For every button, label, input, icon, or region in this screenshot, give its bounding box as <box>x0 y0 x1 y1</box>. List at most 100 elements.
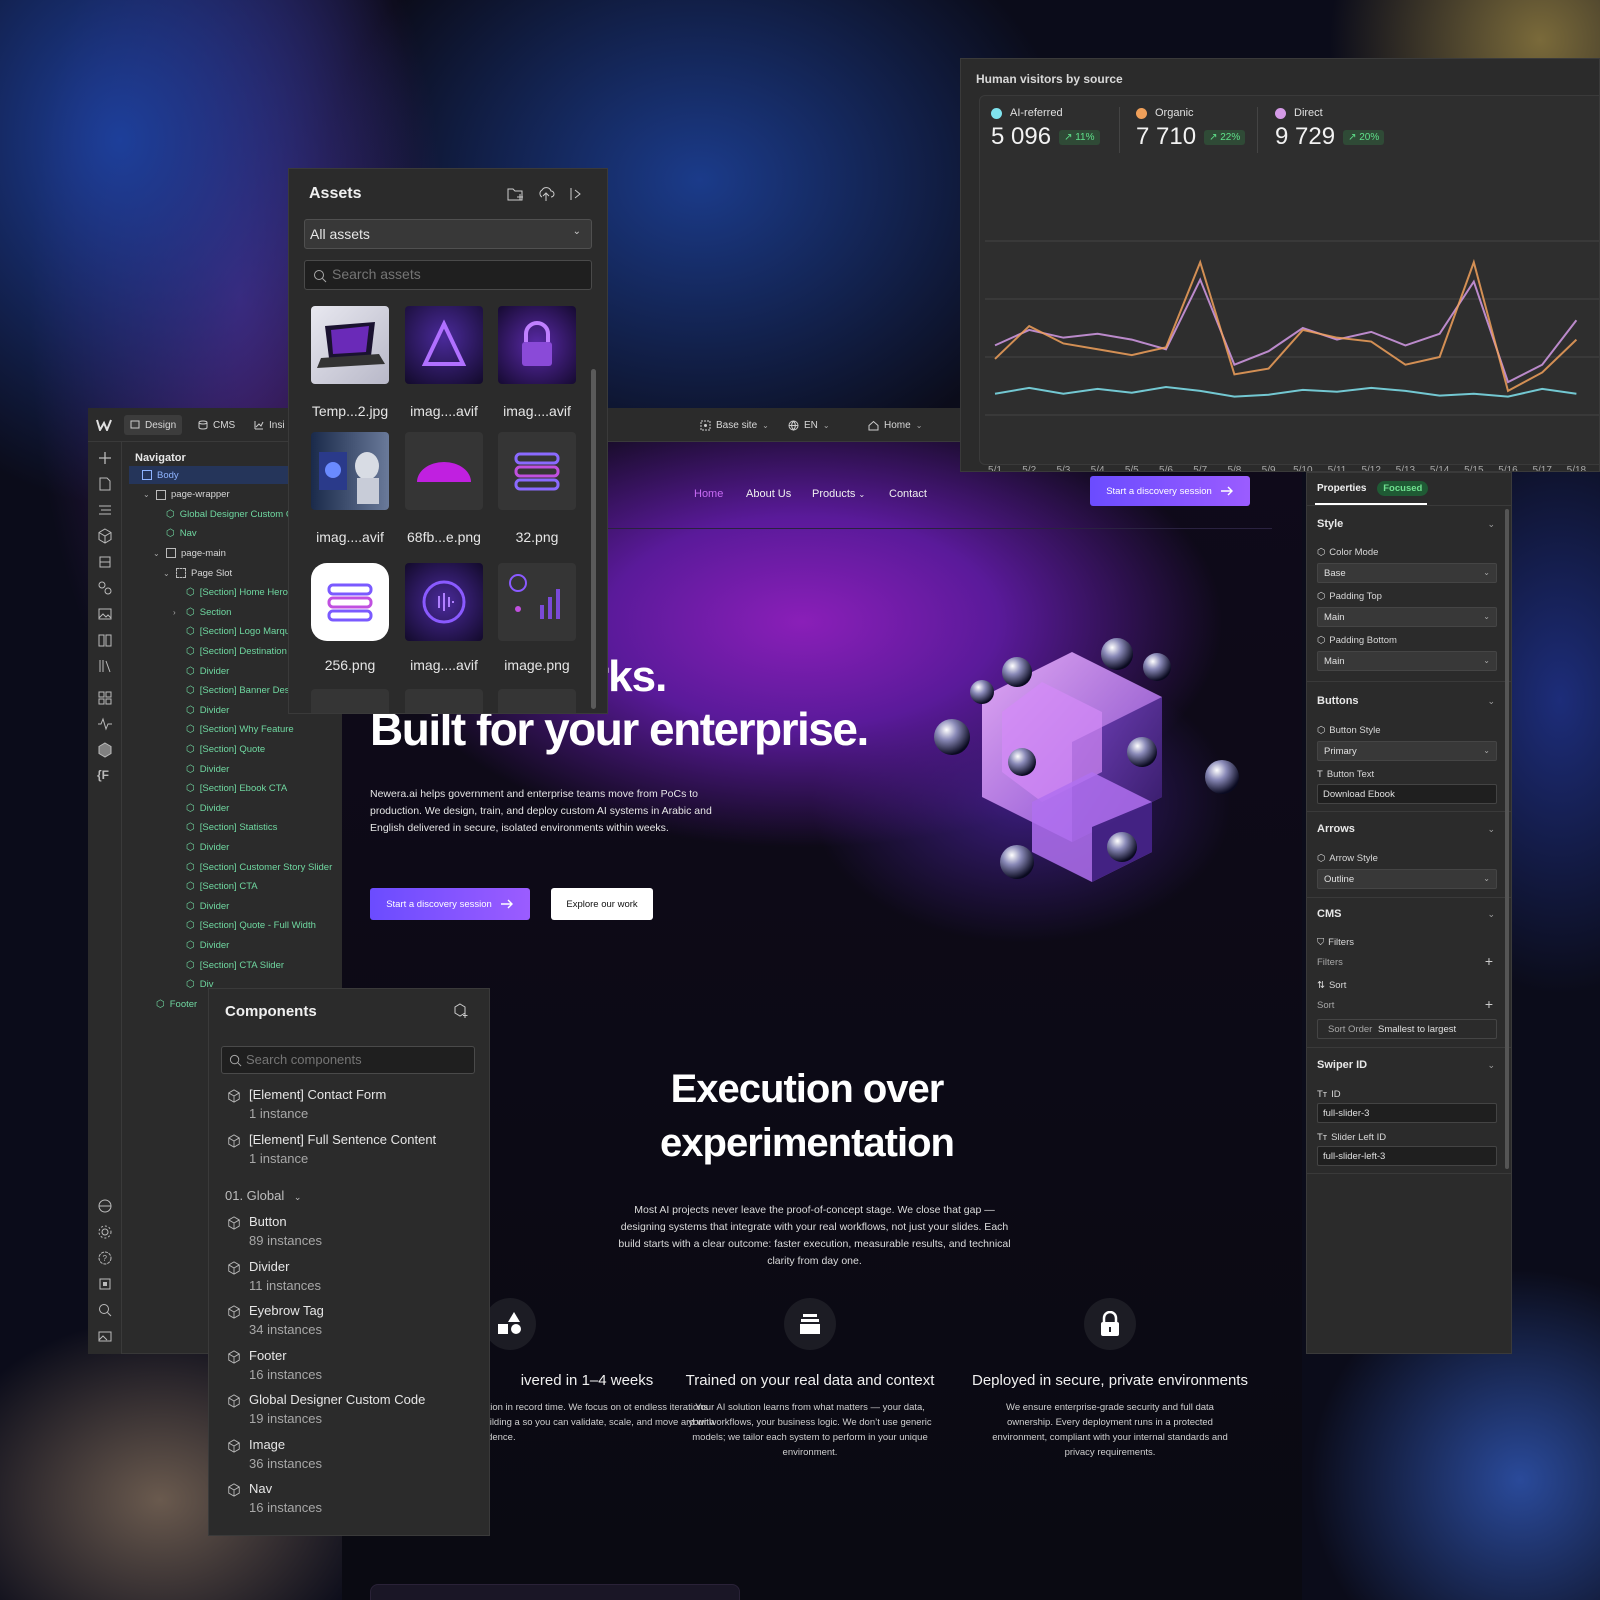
asset-thumb-sliders-large[interactable] <box>311 563 389 641</box>
new-folder-icon[interactable] <box>507 186 525 202</box>
component-list-item[interactable]: Button 89 instances <box>227 1214 322 1248</box>
navigator-item[interactable]: ⬡ Footer <box>143 995 197 1013</box>
upload-icon[interactable] <box>537 186 555 202</box>
nav-cta-button[interactable]: Start a discovery session <box>1090 476 1250 506</box>
stop-icon[interactable] <box>97 1276 113 1292</box>
navigator-item[interactable]: ⌄ page-wrapper <box>143 486 230 504</box>
hero-secondary-button[interactable]: Explore our work <box>551 888 653 920</box>
slider-left-input[interactable]: full-slider-left-3 <box>1317 1146 1497 1166</box>
asset-thumb-triangle[interactable] <box>405 306 483 384</box>
id-input[interactable]: full-slider-3 <box>1317 1103 1497 1123</box>
components-search-input[interactable] <box>246 1052 466 1067</box>
button-style-select[interactable]: Primary ⌄ <box>1317 741 1497 761</box>
asset-thumb-audio[interactable] <box>405 563 483 641</box>
navigator-item[interactable]: ⬡ [Section] Why Feature <box>173 721 294 739</box>
components-icon[interactable] <box>97 528 113 544</box>
add-filter-icon[interactable]: + <box>1485 953 1493 969</box>
collapse-panel-icon[interactable] <box>569 186 583 202</box>
component-list-item[interactable]: [Element] Full Sentence Content 1 instanc… <box>227 1132 436 1166</box>
navigator-item[interactable]: ⬡ Divider <box>173 936 229 954</box>
page-selector[interactable]: Home ⌄ <box>868 415 922 435</box>
chevron-down-icon[interactable]: ⌄ <box>1487 1060 1495 1071</box>
styles-icon[interactable] <box>97 580 113 596</box>
asset-thumb-partial[interactable] <box>405 689 483 713</box>
asset-thumb-robot[interactable] <box>311 432 389 510</box>
variables-icon[interactable] <box>97 554 113 570</box>
help-icon[interactable]: ? <box>97 1250 113 1266</box>
assets-search-input[interactable] <box>332 266 582 282</box>
site-selector[interactable]: Base site ⌄ <box>700 415 769 435</box>
site-nav-home[interactable]: Home <box>694 488 723 500</box>
tab-cms[interactable]: CMS <box>198 415 235 435</box>
navigator-item[interactable]: ⬡ [Section] Banner Dest <box>173 682 292 700</box>
assets-icon[interactable] <box>97 606 113 622</box>
assets-scrollbar[interactable] <box>591 369 596 709</box>
navigator-item[interactable]: ⬡ Divider <box>173 838 229 856</box>
search-icon[interactable] <box>97 1302 113 1318</box>
button-text-input[interactable]: Download Ebook <box>1317 784 1497 804</box>
tab-design[interactable]: Design <box>124 415 183 435</box>
component-list-item[interactable]: Divider 11 instances <box>227 1259 321 1293</box>
padding-top-select[interactable]: Main ⌄ <box>1317 607 1497 627</box>
properties-tab[interactable]: Properties Focused <box>1317 481 1429 496</box>
add-component-icon[interactable] <box>453 1003 469 1019</box>
chevron-down-icon[interactable]: ⌄ <box>1487 824 1495 835</box>
color-mode-select[interactable]: Base ⌄ <box>1317 563 1497 583</box>
add-icon[interactable] <box>97 450 113 466</box>
asset-thumb-sliders[interactable] <box>498 432 576 510</box>
navigator-item[interactable]: ⬡ Divider <box>173 897 229 915</box>
tab-insights[interactable]: Insi <box>254 415 285 435</box>
navigator-item[interactable]: ⬡ Divider <box>173 662 229 680</box>
navigator-item[interactable]: ⬡ Divider <box>173 799 229 817</box>
assets-search[interactable] <box>304 260 592 290</box>
properties-scrollbar[interactable] <box>1505 509 1509 1169</box>
navigator-item[interactable]: › ⬡ Section <box>173 603 231 621</box>
navigator-item[interactable]: ⬡ [Section] Ebook CTA <box>173 780 287 798</box>
components-search[interactable] <box>221 1046 475 1074</box>
navigator-item[interactable]: ⬡ [Section] Logo Marqu <box>173 623 290 641</box>
webflow-logo[interactable] <box>96 415 112 435</box>
hero-primary-button[interactable]: Start a discovery session <box>370 888 530 920</box>
navigator-item[interactable]: ⬡ Divider <box>173 760 229 778</box>
chevron-icon[interactable]: › <box>173 608 181 617</box>
language-selector[interactable]: EN ⌄ <box>788 415 830 435</box>
component-list-item[interactable]: [Element] Contact Form 1 instance <box>227 1087 386 1121</box>
navigator-item[interactable]: ⬡ [Section] Home Hero <box>173 584 288 602</box>
navigator-item[interactable]: ⌄ Page Slot <box>163 564 232 582</box>
chevron-down-icon[interactable]: ⌄ <box>1487 519 1495 530</box>
navigator-item[interactable]: ⬡ Divider <box>173 701 229 719</box>
chevron-icon[interactable]: ⌄ <box>153 549 161 558</box>
arrow-style-select[interactable]: Outline ⌄ <box>1317 869 1497 889</box>
apps-icon[interactable] <box>97 690 113 706</box>
component-list-item[interactable]: Global Designer Custom Code 19 instances <box>227 1392 425 1426</box>
navigator-item[interactable]: ⬡ [Section] Statistics <box>173 819 277 837</box>
navigator-item[interactable]: ⬡ [Section] Quote - Full Width <box>173 917 316 935</box>
image-icon[interactable] <box>97 1328 113 1344</box>
book-icon[interactable] <box>97 632 113 648</box>
chevron-down-icon[interactable]: ⌄ <box>1487 909 1495 920</box>
add-sort-icon[interactable]: + <box>1485 996 1493 1012</box>
navigator-item[interactable]: ⬡ [Section] Customer Story Slider <box>173 858 332 876</box>
navigator-item[interactable]: ⬡ [Section] Destination <box>173 642 287 660</box>
navigator-icon[interactable] <box>97 502 113 518</box>
navigator-item[interactable]: ⬡ [Section] CTA Slider <box>173 956 284 974</box>
asset-thumb-arc[interactable] <box>405 432 483 510</box>
chevron-icon[interactable]: ⌄ <box>163 569 171 578</box>
component-list-item[interactable]: Eyebrow Tag 34 instances <box>227 1303 324 1337</box>
asset-thumb-laptop[interactable] <box>311 306 389 384</box>
chevron-down-icon[interactable]: ⌄ <box>1487 696 1495 707</box>
gear-icon[interactable] <box>97 1224 113 1240</box>
code-icon[interactable]: {F <box>97 768 113 784</box>
site-nav-about[interactable]: About Us <box>746 488 791 500</box>
padding-bottom-select[interactable]: Main ⌄ <box>1317 651 1497 671</box>
package-icon[interactable] <box>97 742 113 758</box>
site-nav-products[interactable]: Products ⌄ <box>812 488 865 500</box>
site-nav-contact[interactable]: Contact <box>889 488 927 500</box>
sort-order-field[interactable]: Sort Order Smallest to largest <box>1317 1019 1497 1039</box>
globe-icon[interactable] <box>97 1198 113 1214</box>
chevron-icon[interactable]: ⌄ <box>143 490 151 499</box>
navigator-item[interactable]: ⬡ [Section] Quote <box>173 740 265 758</box>
asset-thumb-partial[interactable] <box>498 689 576 713</box>
library-icon[interactable] <box>97 658 113 674</box>
pages-icon[interactable] <box>97 476 113 492</box>
